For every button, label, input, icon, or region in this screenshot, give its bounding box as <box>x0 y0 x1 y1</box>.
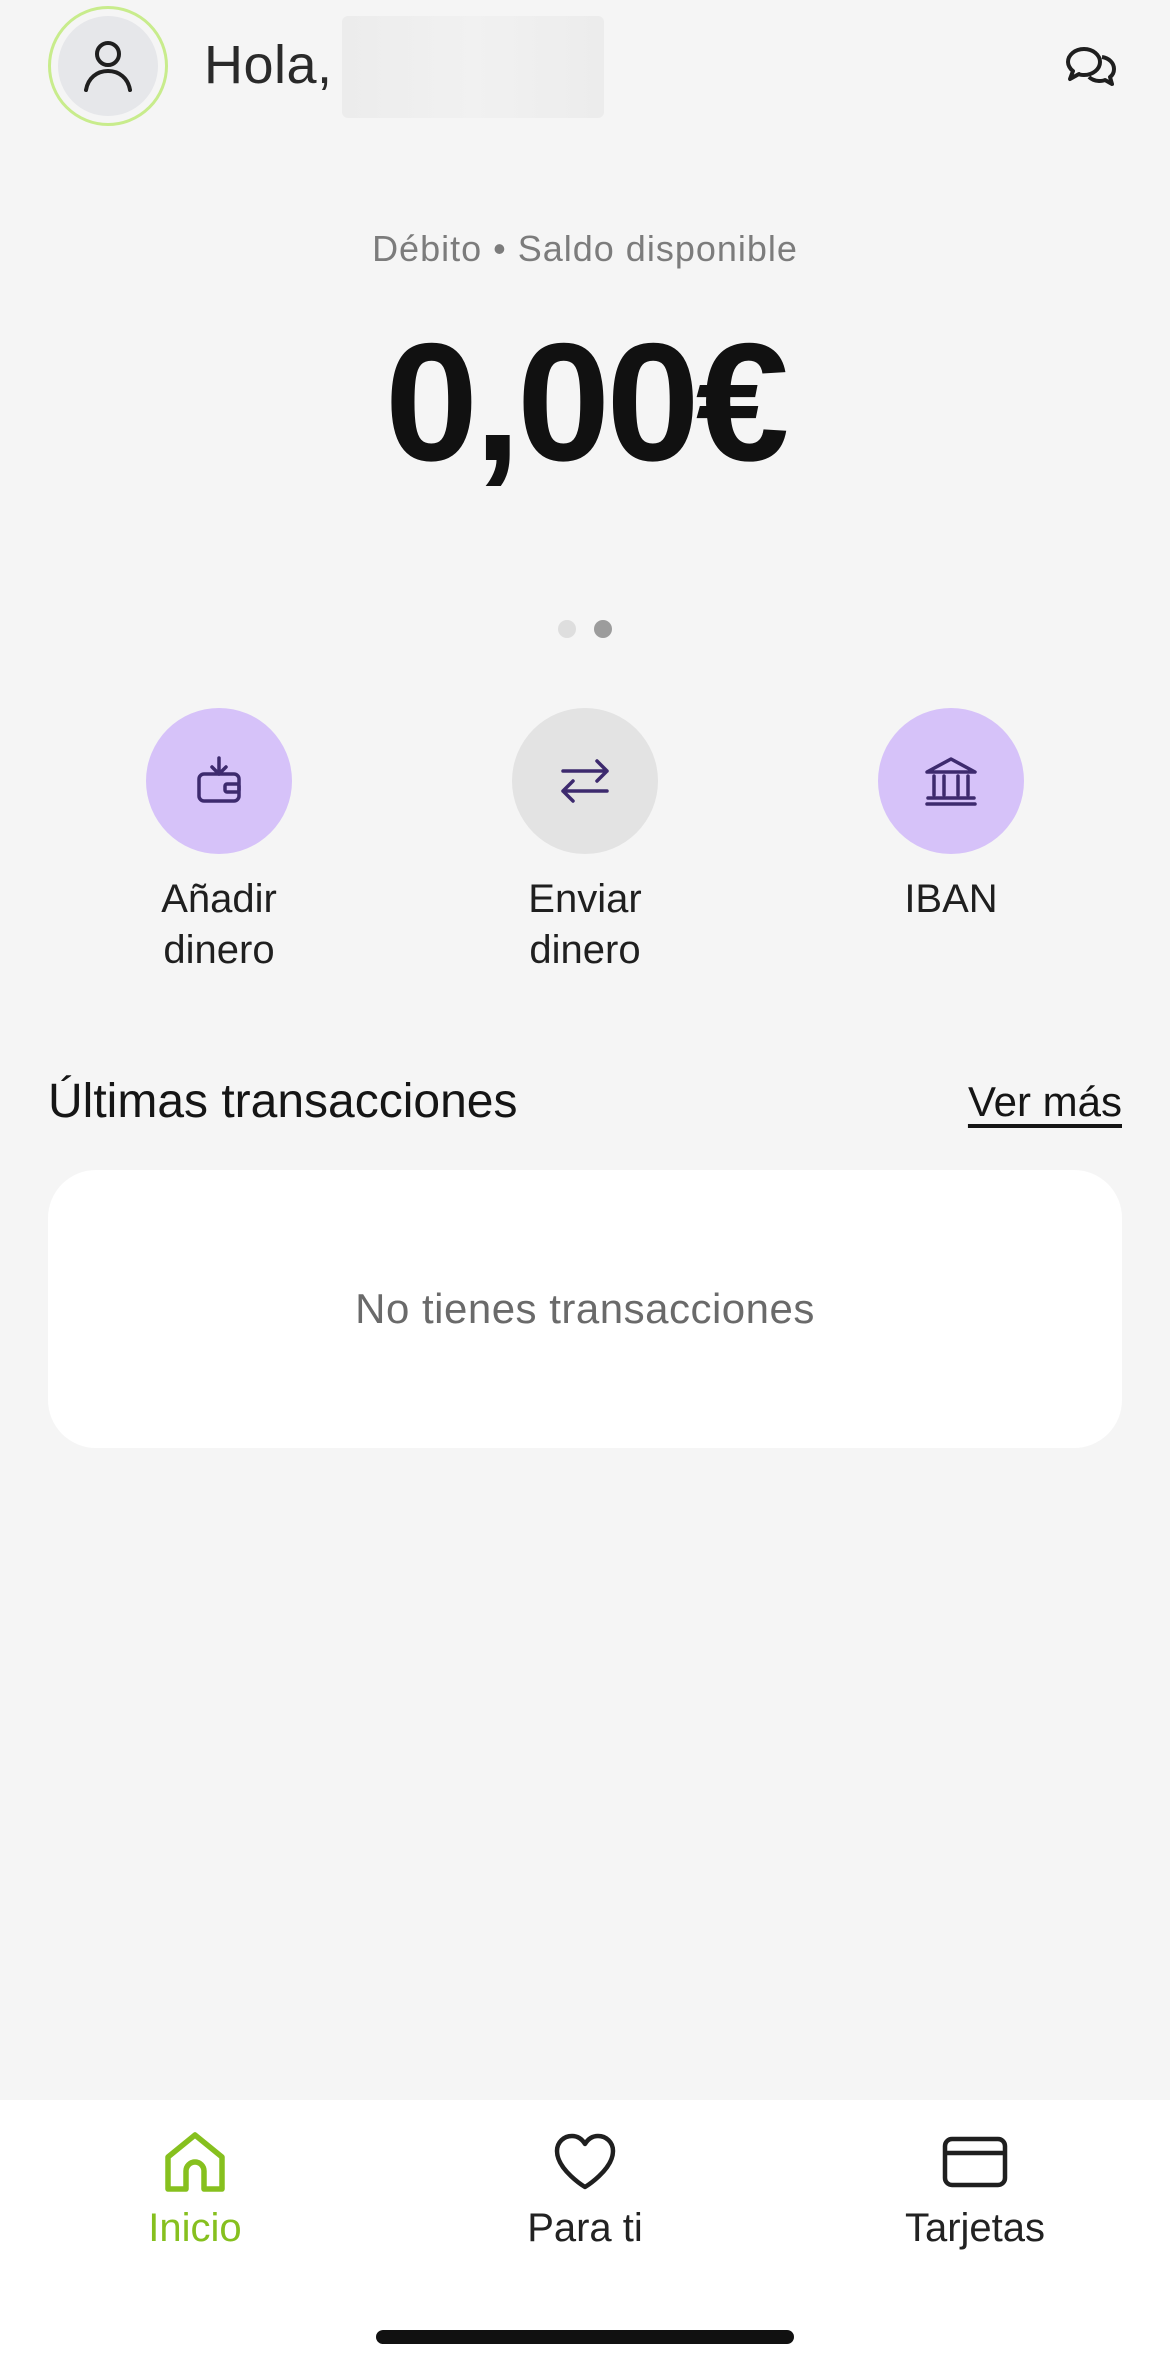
user-icon <box>84 41 132 92</box>
chat-button[interactable] <box>1060 38 1122 96</box>
header: Hola, <box>0 0 1170 140</box>
wallet-download-icon <box>197 756 241 803</box>
heart-icon <box>554 2133 616 2190</box>
transfer-arrows-icon <box>561 759 609 803</box>
send-money-circle[interactable] <box>512 708 658 854</box>
profile-avatar-button[interactable] <box>48 6 168 126</box>
nav-icon-wrapper <box>941 2126 1009 2198</box>
balance-label: Débito • Saldo disponible <box>372 228 798 269</box>
balance-amount: 0,00€ <box>384 308 789 496</box>
carousel-dot[interactable] <box>558 620 576 638</box>
nav-label-para-ti: Para ti <box>527 2206 643 2250</box>
carousel-indicator[interactable] <box>0 620 1170 638</box>
bank-icon <box>925 757 977 806</box>
transactions-title: Últimas transacciones <box>48 1075 518 1128</box>
transactions-card: No tienes transacciones <box>48 1170 1122 1448</box>
nav-item-para-ti[interactable]: Para ti <box>435 2126 735 2251</box>
nav-label-inicio: Inicio <box>148 2206 242 2250</box>
see-more-link[interactable]: Ver más <box>968 1078 1122 1126</box>
add-money-button[interactable]: Añadir dinero <box>99 708 339 976</box>
nav-item-inicio[interactable]: Inicio <box>45 2126 345 2251</box>
user-name-redacted <box>342 16 604 118</box>
send-money-button[interactable]: Enviar dinero <box>465 708 705 976</box>
greeting-text: Hola, <box>204 35 333 95</box>
nav-label-tarjetas: Tarjetas <box>904 2206 1046 2250</box>
add-money-circle[interactable] <box>146 708 292 854</box>
iban-button[interactable]: IBAN <box>831 708 1071 925</box>
empty-transactions-message: No tienes transacciones <box>355 1285 815 1332</box>
nav-icon-wrapper <box>552 2126 618 2198</box>
home-indicator <box>376 2330 794 2344</box>
home-icon <box>165 2132 225 2192</box>
nav-item-tarjetas[interactable]: Tarjetas <box>825 2126 1125 2251</box>
iban-circle[interactable] <box>878 708 1024 854</box>
card-icon <box>942 2136 1008 2188</box>
nav-icon-wrapper <box>162 2126 228 2198</box>
send-money-label: Enviar dinero <box>528 877 642 972</box>
chat-bubbles-icon <box>1066 47 1116 86</box>
carousel-dot-active[interactable] <box>594 620 612 638</box>
avatar <box>58 16 158 116</box>
add-money-label: Añadir dinero <box>161 877 277 972</box>
iban-label: IBAN <box>904 877 998 921</box>
